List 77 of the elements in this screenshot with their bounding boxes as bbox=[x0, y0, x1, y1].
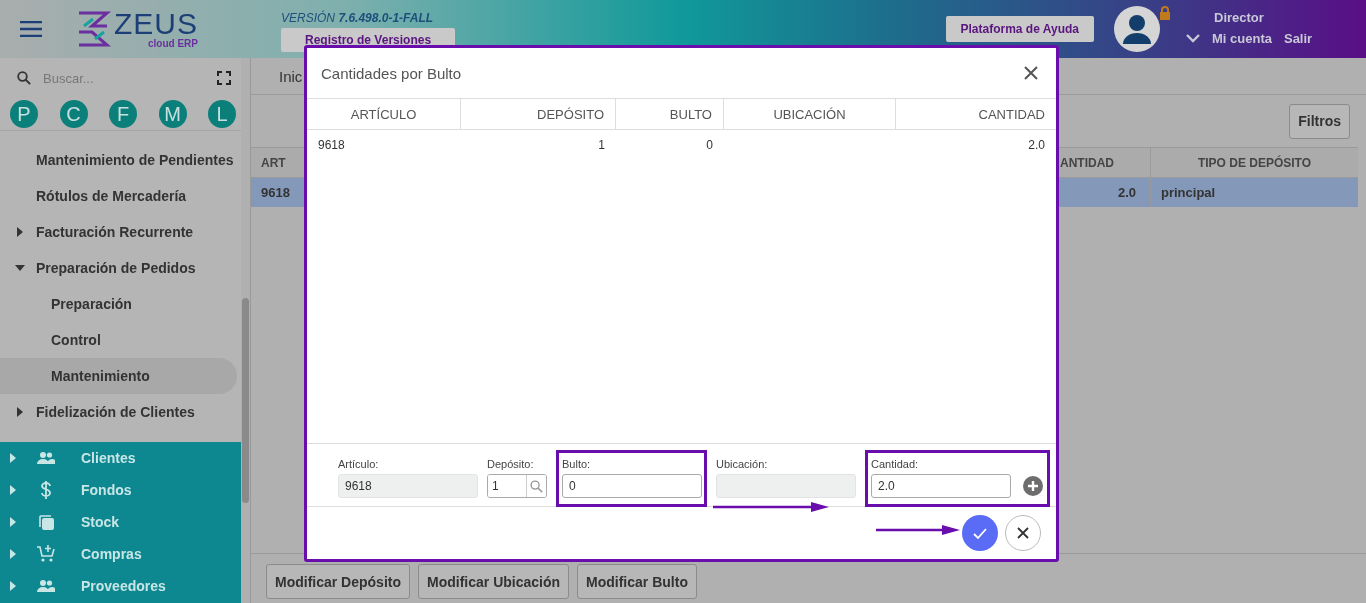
lookup-field[interactable]: 1 bbox=[487, 474, 547, 498]
module-item[interactable]: Clientes bbox=[0, 442, 241, 474]
field-label: Artículo: bbox=[338, 458, 380, 470]
caret-right-icon bbox=[10, 517, 16, 527]
module-item[interactable]: Proveedores bbox=[0, 570, 241, 602]
column-header: DEPÓSITO bbox=[461, 99, 616, 129]
lock-icon bbox=[1158, 6, 1172, 20]
table-cell-text: 9618 bbox=[260, 185, 291, 200]
input-field[interactable]: 2.0 bbox=[871, 474, 1011, 498]
people-icon bbox=[36, 580, 56, 592]
close-icon bbox=[1017, 527, 1029, 539]
column-header: BULTO bbox=[616, 99, 724, 129]
fullscreen-icon[interactable] bbox=[217, 71, 231, 85]
menu-item[interactable]: Preparación bbox=[0, 286, 237, 322]
action-button[interactable]: Modificar Depósito bbox=[266, 564, 410, 599]
menu-item[interactable]: Mantenimiento de Pendientes bbox=[0, 142, 237, 178]
logo-wordmark: ZEUS bbox=[114, 9, 198, 39]
caret-right-icon bbox=[10, 549, 16, 559]
search-field[interactable]: Buscar... bbox=[41, 69, 207, 87]
shortcut-button[interactable]: M bbox=[158, 100, 187, 128]
scrollbar-thumb[interactable] bbox=[242, 298, 249, 503]
menu-item[interactable]: Preparación de Pedidos bbox=[0, 250, 237, 286]
shortcut-button[interactable]: C bbox=[59, 100, 88, 128]
user-name: Director bbox=[1214, 10, 1265, 25]
caret-down-icon bbox=[15, 265, 25, 271]
cart-icon bbox=[36, 545, 56, 563]
field-label: Depósito: bbox=[487, 458, 535, 470]
account-link[interactable]: Salir bbox=[1283, 31, 1313, 46]
menu-item[interactable]: Rótulos de Mercadería bbox=[0, 178, 237, 214]
logo-subtitle: cloud ERP bbox=[148, 39, 198, 49]
plus-icon[interactable] bbox=[1023, 476, 1043, 496]
tab[interactable]: Inic bbox=[279, 67, 303, 85]
account-link[interactable]: Mi cuenta bbox=[1212, 31, 1272, 46]
column-header: TIPO DE DEPÓSITO bbox=[1196, 155, 1313, 170]
people-icon bbox=[36, 452, 56, 464]
menu-item[interactable]: Facturación Recurrente bbox=[0, 214, 237, 250]
field-label: Cantidad: bbox=[871, 458, 920, 470]
menu-item[interactable]: Fidelización de Clientes bbox=[0, 394, 237, 430]
version-number: 7.6.498.0-1-FALL bbox=[338, 10, 434, 25]
table-cell-text: principal bbox=[1160, 185, 1217, 200]
menu-item[interactable]: Mantenimiento bbox=[0, 358, 237, 394]
shortcut-button[interactable]: P bbox=[10, 100, 38, 128]
field-label: Bulto: bbox=[562, 458, 592, 470]
search-button[interactable] bbox=[526, 475, 546, 497]
close-icon[interactable] bbox=[1024, 66, 1038, 80]
column-header: ART bbox=[260, 155, 287, 170]
menu-icon[interactable] bbox=[20, 21, 42, 37]
action-button[interactable]: Modificar Bulto bbox=[577, 564, 697, 599]
version-label: VERSIÓN bbox=[281, 10, 336, 25]
caret-right-icon bbox=[17, 407, 23, 417]
column-header: UBICACIÓN bbox=[724, 99, 896, 129]
cancel-button[interactable] bbox=[1005, 515, 1041, 551]
caret-right-icon bbox=[10, 581, 16, 591]
input-field[interactable]: 0 bbox=[562, 474, 702, 498]
chevron-down-icon[interactable] bbox=[1186, 34, 1200, 43]
check-icon bbox=[973, 527, 987, 539]
caret-right-icon bbox=[10, 485, 16, 495]
menu-item[interactable]: Control bbox=[0, 322, 237, 358]
help-button[interactable]: Plataforma de Ayuda bbox=[945, 16, 1094, 42]
stack-icon bbox=[36, 514, 56, 530]
column-header: CANTIDAD bbox=[977, 105, 1046, 124]
shortcut-button[interactable]: L bbox=[208, 100, 236, 128]
logo-icon bbox=[76, 10, 112, 48]
caret-right-icon bbox=[10, 453, 16, 463]
module-item[interactable]: Stock bbox=[0, 506, 241, 538]
caret-right-icon bbox=[17, 227, 23, 237]
field-label: Ubicación: bbox=[716, 458, 769, 470]
shortcut-button[interactable]: F bbox=[109, 100, 137, 128]
search-icon bbox=[17, 71, 31, 85]
action-button[interactable]: Modificar Ubicación bbox=[418, 564, 570, 599]
module-item[interactable]: Compras bbox=[0, 538, 241, 570]
column-header: ARTÍCULO bbox=[307, 99, 461, 129]
avatar-icon[interactable] bbox=[1114, 6, 1160, 52]
filter-button[interactable]: Filtros bbox=[1289, 103, 1350, 139]
confirm-button[interactable] bbox=[962, 515, 998, 551]
module-item[interactable]: Fondos bbox=[0, 474, 241, 506]
dialog-title: Cantidades por Bulto bbox=[321, 64, 462, 82]
